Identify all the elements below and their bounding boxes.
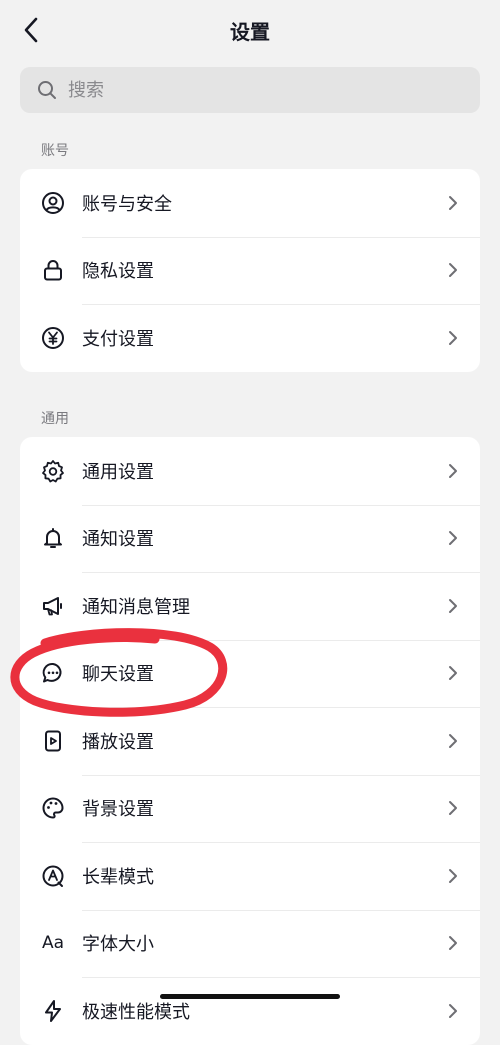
chat-bubble-icon: [40, 660, 66, 686]
settings-item-background[interactable]: 背景设置: [20, 774, 480, 843]
section-label-account: 账号: [41, 143, 69, 159]
settings-item-font-size[interactable]: Aa 字体大小: [20, 909, 480, 978]
settings-item-label: 支付设置: [82, 328, 154, 350]
play-icon: [40, 728, 66, 754]
chevron-right-icon: [449, 868, 457, 883]
chevron-right-icon: [449, 195, 457, 210]
chevron-right-icon: [449, 936, 457, 951]
search-input[interactable]: [66, 78, 450, 102]
home-indicator: [160, 994, 340, 999]
settings-item-label: 极速性能模式: [82, 1001, 190, 1023]
settings-item-playback[interactable]: 播放设置: [20, 707, 480, 775]
header: 设置: [0, 0, 500, 60]
section-label-general: 通用: [41, 411, 69, 427]
palette-icon: [40, 795, 66, 821]
chevron-right-icon: [449, 531, 457, 546]
settings-item-privacy[interactable]: 隐私设置: [20, 236, 480, 305]
settings-item-account-security[interactable]: 账号与安全: [20, 169, 480, 237]
general-card: 通用设置 通知设置 通知消息管理 聊天设置 播放设置 背景设置 长辈模式 Aa …: [20, 437, 480, 1045]
settings-item-label: 背景设置: [82, 799, 154, 821]
search-bar[interactable]: [20, 67, 480, 113]
settings-item-general[interactable]: 通用设置: [20, 437, 480, 505]
settings-item-label: 通用设置: [82, 461, 154, 483]
settings-item-label: 账号与安全: [82, 193, 172, 215]
megaphone-icon: [40, 593, 66, 619]
bell-icon: [40, 525, 66, 551]
chevron-right-icon: [449, 1003, 457, 1018]
settings-item-label: 聊天设置: [82, 664, 154, 686]
page-title: 设置: [230, 20, 270, 44]
chevron-right-icon: [449, 733, 457, 748]
chevron-right-icon: [449, 330, 457, 345]
gear-icon: [40, 458, 66, 484]
elder-mode-icon: [40, 863, 66, 889]
settings-item-label: 长辈模式: [82, 866, 154, 888]
settings-item-label: 隐私设置: [82, 261, 154, 283]
chevron-right-icon: [449, 666, 457, 681]
font-size-icon: Aa: [41, 933, 65, 954]
settings-item-notification-messages[interactable]: 通知消息管理: [20, 572, 480, 640]
search-icon: [36, 79, 58, 101]
account-card: 账号与安全 隐私设置 支付设置: [20, 169, 480, 372]
chevron-right-icon: [449, 263, 457, 278]
lock-icon: [40, 257, 66, 283]
user-circle-icon: [40, 190, 66, 216]
settings-item-payment[interactable]: 支付设置: [20, 304, 480, 372]
chevron-right-icon: [449, 801, 457, 816]
chevron-right-icon: [449, 463, 457, 478]
yen-icon: [40, 325, 66, 351]
chevron-right-icon: [449, 598, 457, 613]
bolt-icon: [40, 998, 66, 1024]
settings-item-label: 通知消息管理: [82, 596, 190, 618]
settings-item-elder-mode[interactable]: 长辈模式: [20, 842, 480, 910]
settings-item-chat[interactable]: 聊天设置: [20, 639, 480, 708]
settings-item-performance-mode[interactable]: 极速性能模式: [20, 977, 480, 1045]
settings-item-notifications[interactable]: 通知设置: [20, 504, 480, 573]
settings-item-label: 播放设置: [82, 731, 154, 753]
settings-item-label: 通知设置: [82, 529, 154, 551]
settings-item-label: 字体大小: [82, 934, 154, 956]
